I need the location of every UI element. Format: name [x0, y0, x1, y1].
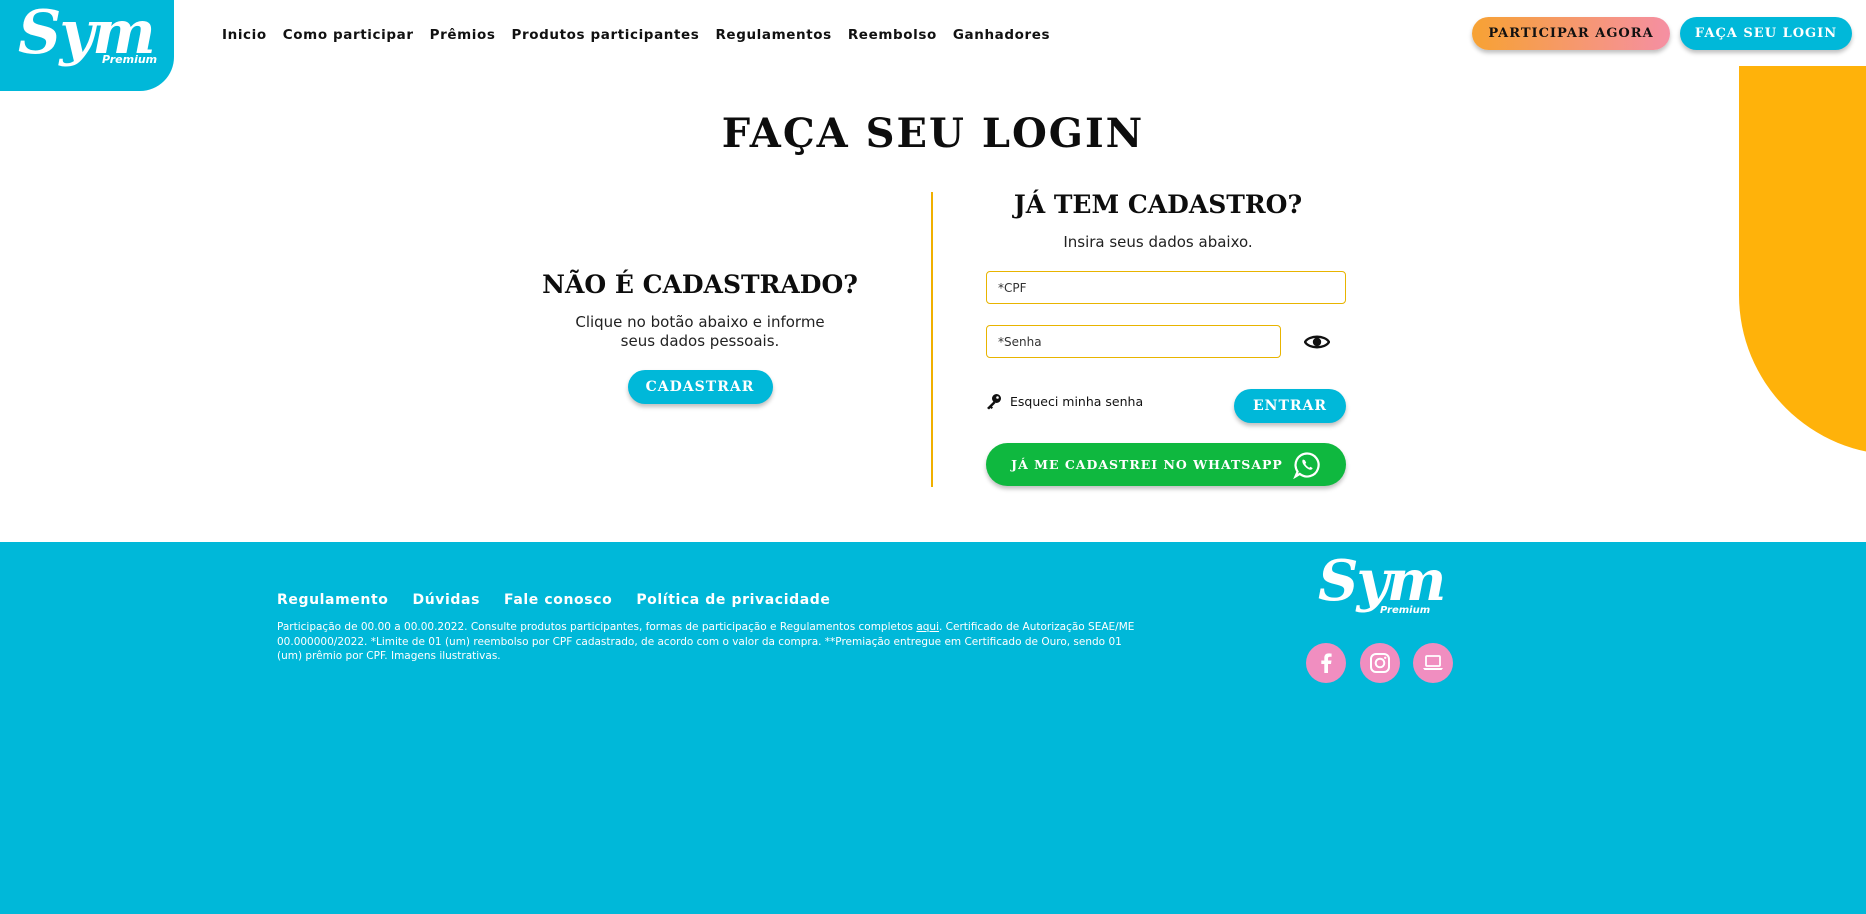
register-heading: NÃO É CADASTRADO? [542, 270, 858, 299]
disclaimer-aqui-link[interactable]: aqui [916, 621, 939, 633]
login-subtitle: Insira seus dados abaixo. [1063, 233, 1253, 251]
key-icon [987, 394, 1001, 410]
facebook-icon [1321, 653, 1332, 673]
nav-item-ganhadores[interactable]: Ganhadores [953, 27, 1050, 43]
nav-item-reembolso[interactable]: Reembolso [848, 27, 937, 43]
footer-link-regulamento[interactable]: Regulamento [277, 592, 388, 608]
footer-link-politica-privacidade[interactable]: Política de privacidade [636, 592, 830, 608]
nav-item-produtos-participantes[interactable]: Produtos participantes [512, 27, 700, 43]
register-text-line1: Clique no botão abaixo e informe [575, 313, 825, 331]
laptop-icon [1423, 655, 1443, 670]
login-heading: JÁ TEM CADASTRO? [1013, 190, 1303, 219]
forgot-password-label: Esqueci minha senha [1010, 393, 1144, 409]
password-input[interactable] [986, 325, 1281, 358]
website-link[interactable] [1413, 643, 1453, 683]
cadastrar-button[interactable]: CADASTRAR [627, 370, 773, 404]
register-section: NÃO É CADASTRADO? Clique no botão abaixo… [520, 270, 880, 404]
footer: Regulamento Dúvidas Fale conosco Polític… [0, 542, 1866, 914]
footer-brand-logo-sub: Premium [1380, 605, 1431, 616]
participar-agora-button[interactable]: PARTICIPAR AGORA [1472, 17, 1670, 50]
page-title: FAÇA SEU LOGIN [721, 110, 1145, 157]
header-login-button[interactable]: FAÇA SEU LOGIN [1680, 17, 1852, 50]
register-text: Clique no botão abaixo e informe seus da… [520, 313, 880, 351]
footer-link-fale-conosco[interactable]: Fale conosco [504, 592, 612, 608]
footer-disclaimer: Participação de 00.00 a 00.00.2022. Cons… [277, 620, 1147, 664]
whatsapp-button-label: JÁ ME CADASTREI NO WHATSAPP [1011, 457, 1283, 472]
nav-item-regulamentos[interactable]: Regulamentos [715, 27, 831, 43]
whatsapp-icon [1293, 451, 1320, 479]
header-logo[interactable]: Sym Premium [0, 0, 174, 91]
column-divider [931, 192, 933, 487]
footer-links: Regulamento Dúvidas Fale conosco Polític… [277, 592, 830, 608]
footer-link-duvidas[interactable]: Dúvidas [412, 592, 480, 608]
instagram-link[interactable] [1360, 643, 1400, 683]
instagram-icon [1370, 653, 1390, 673]
show-password-eye-icon[interactable] [1304, 331, 1330, 353]
disclaimer-part1: Participação de 00.00 a 00.00.2022. Cons… [277, 621, 917, 633]
nav-item-premios[interactable]: Prêmios [430, 27, 496, 43]
whatsapp-login-button[interactable]: JÁ ME CADASTREI NO WHATSAPP [986, 443, 1346, 486]
register-text-line2: seus dados pessoais. [620, 332, 780, 350]
facebook-link[interactable] [1306, 643, 1346, 683]
entrar-button[interactable]: ENTRAR [1234, 389, 1346, 423]
cpf-input[interactable] [986, 271, 1346, 304]
nav-item-como-participar[interactable]: Como participar [283, 27, 414, 43]
nav-item-inicio[interactable]: Inicio [222, 27, 267, 43]
forgot-password-link[interactable]: Esqueci minha senha [985, 392, 1143, 410]
brand-logo-sub: Premium [102, 53, 158, 66]
main-nav: Inicio Como participar Prêmios Produtos … [222, 27, 1050, 43]
